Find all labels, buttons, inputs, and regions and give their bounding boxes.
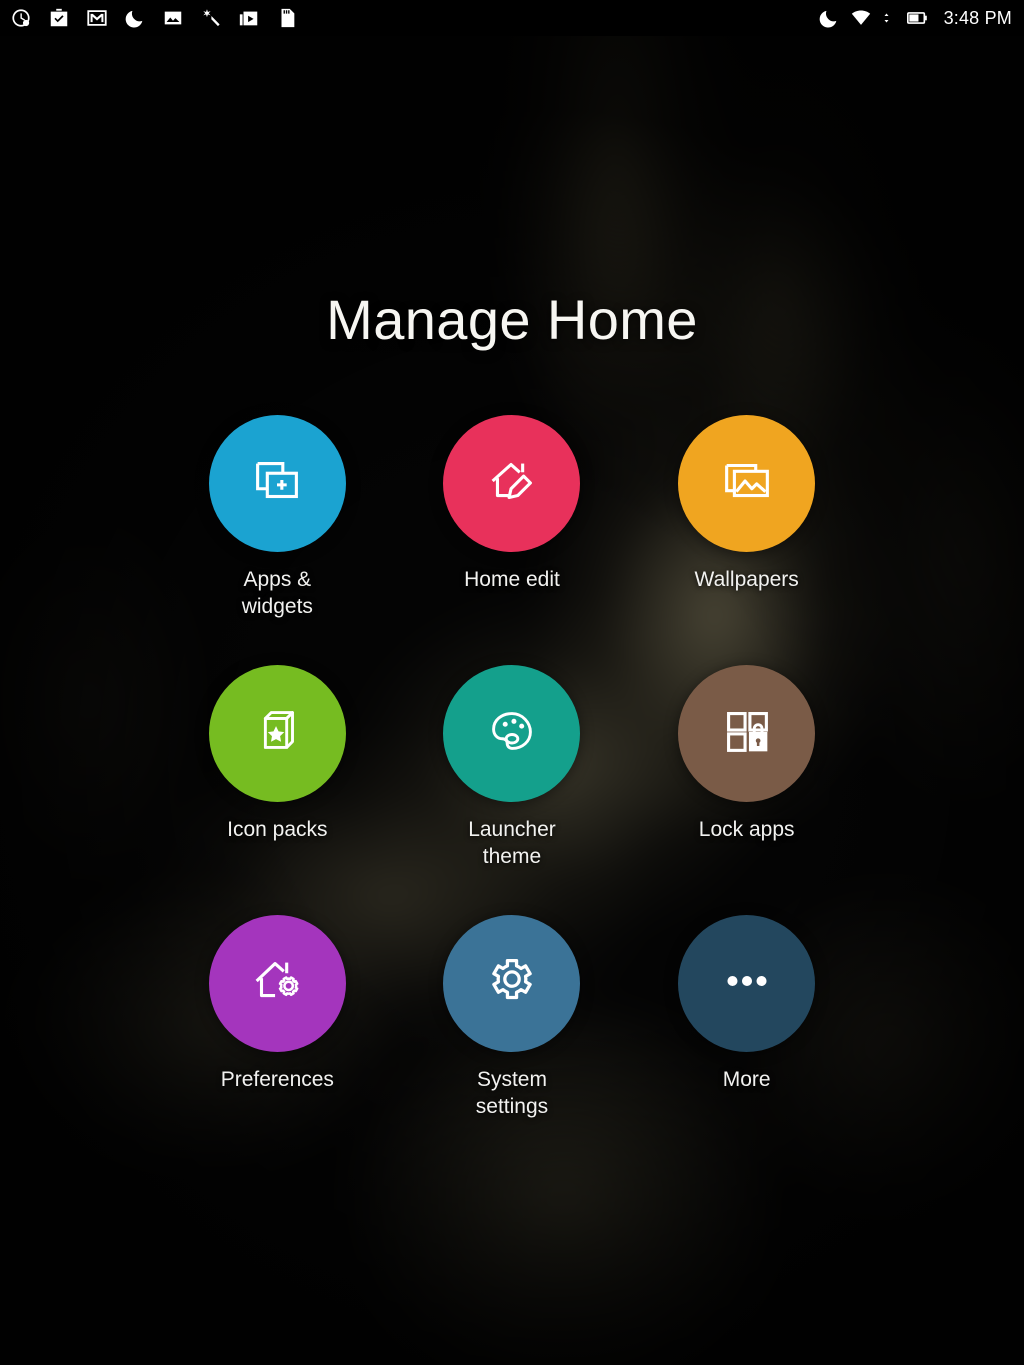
page-title: Manage Home <box>326 288 698 351</box>
sd-card-icon <box>276 7 298 29</box>
status-bar-notification-icons <box>10 7 298 29</box>
photo-icon <box>162 7 184 29</box>
tile-apps-widgets-label: Apps & widgets <box>241 568 313 618</box>
tile-icon-packs-circle[interactable] <box>208 665 346 802</box>
tile-home-edit-circle[interactable] <box>443 415 581 552</box>
icon-packs-icon <box>246 700 308 767</box>
home-gear-icon <box>246 950 308 1017</box>
manage-home-screen: 3:48 PM Manage Home Apps & widgets Home … <box>0 0 1024 1365</box>
gmail-icon <box>86 7 108 29</box>
data-transfer-icon <box>882 7 894 29</box>
clock-alarm-icon <box>10 7 32 29</box>
wallpapers-icon <box>716 450 778 517</box>
tile-launcher-theme-label: Launcher theme <box>468 818 556 868</box>
tile-icon-packs-label: Icon packs <box>227 818 328 841</box>
home-edit-icon <box>481 450 543 517</box>
tile-preferences-circle[interactable] <box>208 915 346 1052</box>
tile-system-settings[interactable]: System settings <box>395 915 630 1120</box>
tile-lock-apps[interactable]: Lock apps <box>629 665 864 870</box>
tile-preferences[interactable]: Preferences <box>160 915 395 1120</box>
play-store-bag-icon <box>238 7 260 29</box>
wifi-icon <box>850 7 872 29</box>
task-check-icon <box>48 7 70 29</box>
magic-wand-icon <box>200 7 222 29</box>
apps-widgets-icon <box>246 450 308 517</box>
tile-system-settings-label: System settings <box>475 1068 549 1118</box>
status-bar-system-icons: 3:48 PM <box>818 7 1012 29</box>
tile-apps-widgets[interactable]: Apps & widgets <box>160 415 395 620</box>
tile-home-edit-label: Home edit <box>464 568 560 591</box>
tile-lock-apps-circle[interactable] <box>678 665 816 802</box>
tile-more-label: More <box>722 1068 771 1091</box>
moon-icon <box>124 7 146 29</box>
tile-wallpapers[interactable]: Wallpapers <box>629 415 864 620</box>
tile-more[interactable]: More <box>629 915 864 1120</box>
status-bar: 3:48 PM <box>0 0 1024 36</box>
manage-home-grid: Apps & widgets Home edit Wallpapers Icon… <box>0 415 1024 1120</box>
more-dots-icon <box>716 950 778 1017</box>
tile-lock-apps-label: Lock apps <box>698 818 795 841</box>
tile-more-circle[interactable] <box>678 915 816 1052</box>
tile-icon-packs[interactable]: Icon packs <box>160 665 395 870</box>
lock-apps-icon <box>716 700 778 767</box>
status-bar-clock: 3:48 PM <box>943 7 1012 28</box>
battery-icon <box>904 7 930 29</box>
tile-launcher-theme-circle[interactable] <box>443 665 581 802</box>
gear-icon <box>481 950 543 1017</box>
tile-home-edit[interactable]: Home edit <box>395 415 630 620</box>
tile-apps-widgets-circle[interactable] <box>208 415 346 552</box>
tile-wallpapers-circle[interactable] <box>678 415 816 552</box>
tile-launcher-theme[interactable]: Launcher theme <box>395 665 630 870</box>
tile-wallpapers-label: Wallpapers <box>694 568 799 591</box>
tile-preferences-label: Preferences <box>220 1068 334 1091</box>
palette-icon <box>481 700 543 767</box>
moon-icon <box>818 7 840 29</box>
tile-system-settings-circle[interactable] <box>443 915 581 1052</box>
